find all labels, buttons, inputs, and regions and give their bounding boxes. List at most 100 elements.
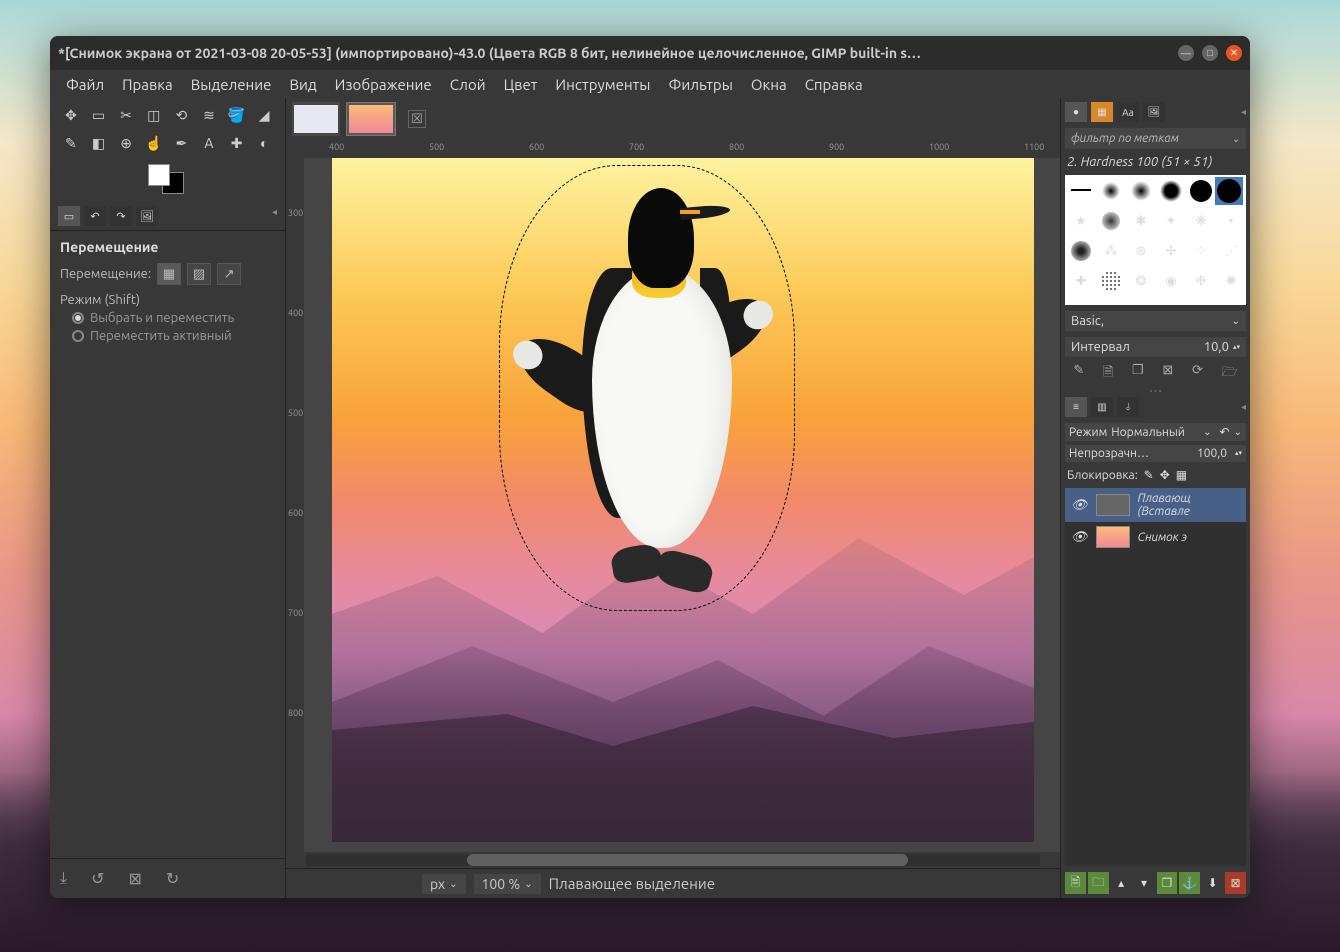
brush-filter[interactable]: фильтр по меткам⌄ <box>1065 128 1246 149</box>
layer-opacity-row[interactable]: Непрозрачн… 100,0 ▴▾ <box>1065 445 1246 462</box>
layer-mode-row[interactable]: Режим Нормальный ⌄ ↶⌄ <box>1065 423 1246 441</box>
ruler-corner[interactable] <box>286 140 304 158</box>
brush-preset[interactable] <box>1067 177 1095 205</box>
brush-preset[interactable]: ★ <box>1067 207 1095 235</box>
bucket-tool-icon[interactable]: 🪣 <box>224 102 250 128</box>
move-mode-path-icon[interactable]: ↗ <box>217 263 241 285</box>
brush-preset[interactable] <box>1187 177 1215 205</box>
horizontal-ruler[interactable]: 400 500 600 700 800 900 1000 1100 <box>304 140 1060 158</box>
duplicate-layer-icon[interactable]: ❐ <box>1157 872 1178 894</box>
move-mode-selection-icon[interactable]: ▨ <box>187 263 211 285</box>
tab-device-icon[interactable]: ↶ <box>84 206 106 226</box>
menu-file[interactable]: Файл <box>58 72 112 97</box>
path-tool-icon[interactable]: ✒ <box>169 130 195 156</box>
dock-menu-icon[interactable]: ◂ <box>272 206 277 226</box>
delete-brush-icon[interactable]: ⊠ <box>1162 363 1173 385</box>
lower-layer-icon[interactable]: ▾ <box>1134 872 1155 894</box>
close-tab-icon[interactable]: ☒ <box>408 110 426 128</box>
menu-select[interactable]: Выделение <box>183 72 280 97</box>
pencil-tool-icon[interactable]: ✎ <box>58 130 84 156</box>
dock-menu-icon[interactable]: ◂ <box>1241 106 1246 118</box>
eraser-tool-icon[interactable]: ◧ <box>86 130 112 156</box>
brush-preset[interactable] <box>1097 207 1125 235</box>
menu-edit[interactable]: Правка <box>114 72 181 97</box>
refresh-brush-icon[interactable]: ⟳ <box>1192 363 1203 385</box>
duplicate-brush-icon[interactable]: ❐ <box>1132 363 1144 385</box>
menu-color[interactable]: Цвет <box>496 72 546 97</box>
layer-item-floating[interactable]: 👁 Плавающ (Вставле <box>1065 488 1246 522</box>
move-tool-icon[interactable]: ✥ <box>58 102 84 128</box>
channels-tab-icon[interactable]: ▥ <box>1091 397 1113 417</box>
horizontal-scrollbar[interactable] <box>286 852 1060 868</box>
brush-preset[interactable]: • <box>1217 207 1245 235</box>
brush-preset[interactable]: ❋ <box>1187 207 1215 235</box>
brush-grid[interactable]: ★ ✱ ✦ ❋ • ⁂ ⊛ ✢ ⁘ ⋰ ✚ ❂ ◉ ❉ ✺ <box>1065 175 1246 305</box>
brush-preset[interactable]: ⊛ <box>1127 237 1155 265</box>
brush-preset[interactable]: ⁘ <box>1187 237 1215 265</box>
menu-layer[interactable]: Слой <box>442 72 494 97</box>
dock-menu-icon[interactable]: ◂ <box>1241 401 1246 413</box>
delete-layer-icon[interactable]: ⊠ <box>1225 872 1246 894</box>
warp-tool-icon[interactable]: ≋ <box>196 102 222 128</box>
brush-preset-select[interactable]: Basic,⌄ <box>1065 311 1246 331</box>
brush-preset[interactable]: ✦ <box>1157 207 1185 235</box>
brushes-tab-icon[interactable]: ● <box>1065 102 1087 122</box>
unit-selector[interactable]: px ⌄ <box>422 874 466 894</box>
tab-undo-icon[interactable]: ↷ <box>110 206 132 226</box>
clone-tool-icon[interactable]: ⊕ <box>113 130 139 156</box>
brush-preset[interactable] <box>1097 177 1125 205</box>
delete-preset-icon[interactable]: ⊠ <box>128 869 141 888</box>
tab-tool-options-icon[interactable]: ▭ <box>58 206 80 226</box>
edit-brush-icon[interactable]: ✎ <box>1073 363 1084 385</box>
history-tab-icon[interactable]: 🖼 <box>1143 102 1165 122</box>
dodge-tool-icon[interactable]: ◐ <box>251 130 277 156</box>
radio-move-active[interactable]: Переместить активный <box>72 329 275 343</box>
move-mode-layer-icon[interactable]: ▦ <box>157 263 181 285</box>
brush-preset-selected[interactable] <box>1215 177 1243 205</box>
layer-item-background[interactable]: 👁 Снимок э <box>1065 522 1246 552</box>
image-tab-2[interactable] <box>346 102 396 136</box>
brush-preset[interactable]: ✚ <box>1067 267 1095 295</box>
new-layer-icon[interactable]: 🗎 <box>1065 872 1086 894</box>
rect-select-tool-icon[interactable]: ▭ <box>86 102 112 128</box>
new-group-icon[interactable]: 🗀 <box>1088 872 1109 894</box>
brush-preset[interactable] <box>1067 237 1095 265</box>
maximize-button[interactable]: □ <box>1202 45 1218 61</box>
new-brush-icon[interactable]: 🗎 <box>1103 363 1113 385</box>
menu-windows[interactable]: Окна <box>743 72 795 97</box>
reset-preset-icon[interactable]: ↻ <box>166 869 179 888</box>
brush-preset[interactable]: ✱ <box>1127 207 1155 235</box>
brush-preset[interactable]: ◉ <box>1157 267 1185 295</box>
menu-tools[interactable]: Инструменты <box>547 72 658 97</box>
lock-pixels-icon[interactable]: ✎ <box>1144 468 1154 482</box>
paths-tab-icon[interactable]: ⫰ <box>1117 397 1139 417</box>
merge-layer-icon[interactable]: ⬇ <box>1202 872 1223 894</box>
brush-preset[interactable] <box>1157 177 1185 205</box>
titlebar[interactable]: *[Снимок экрана от 2021-03-08 20-05-53] … <box>50 36 1250 70</box>
open-brush-icon[interactable]: 🗁 <box>1222 363 1238 385</box>
radio-pick-layer[interactable]: Выбрать и переместить <box>72 311 275 325</box>
scrollbar-thumb[interactable] <box>467 854 907 866</box>
lock-alpha-icon[interactable]: ▦ <box>1176 468 1187 482</box>
rotate-tool-icon[interactable]: ⟲ <box>169 102 195 128</box>
smudge-tool-icon[interactable]: ☝ <box>141 130 167 156</box>
brush-preset[interactable]: ⋰ <box>1217 237 1245 265</box>
brush-preset[interactable] <box>1097 267 1125 295</box>
brush-spacing[interactable]: Интервал 10,0 ▴▾ <box>1065 337 1246 357</box>
tab-images-icon[interactable]: 🖼 <box>136 206 158 226</box>
minimize-button[interactable]: — <box>1178 45 1194 61</box>
floating-selection-penguin[interactable] <box>502 168 792 608</box>
menu-filters[interactable]: Фильтры <box>660 72 740 97</box>
menu-image[interactable]: Изображение <box>327 72 440 97</box>
healing-tool-icon[interactable]: ✚ <box>224 130 250 156</box>
gradient-tool-icon[interactable]: ◢ <box>251 102 277 128</box>
foreground-color-icon[interactable] <box>148 164 170 186</box>
layers-tab-icon[interactable]: ≡ <box>1065 397 1087 417</box>
fonts-tab-icon[interactable]: Aa <box>1117 102 1139 122</box>
anchor-layer-icon[interactable]: ⚓ <box>1179 872 1200 894</box>
text-tool-icon[interactable]: A <box>196 130 222 156</box>
lock-position-icon[interactable]: ✥ <box>1160 468 1170 482</box>
restore-preset-icon[interactable]: ↺ <box>91 869 104 888</box>
save-preset-icon[interactable]: ⤓ <box>60 869 67 888</box>
menu-help[interactable]: Справка <box>797 72 871 97</box>
